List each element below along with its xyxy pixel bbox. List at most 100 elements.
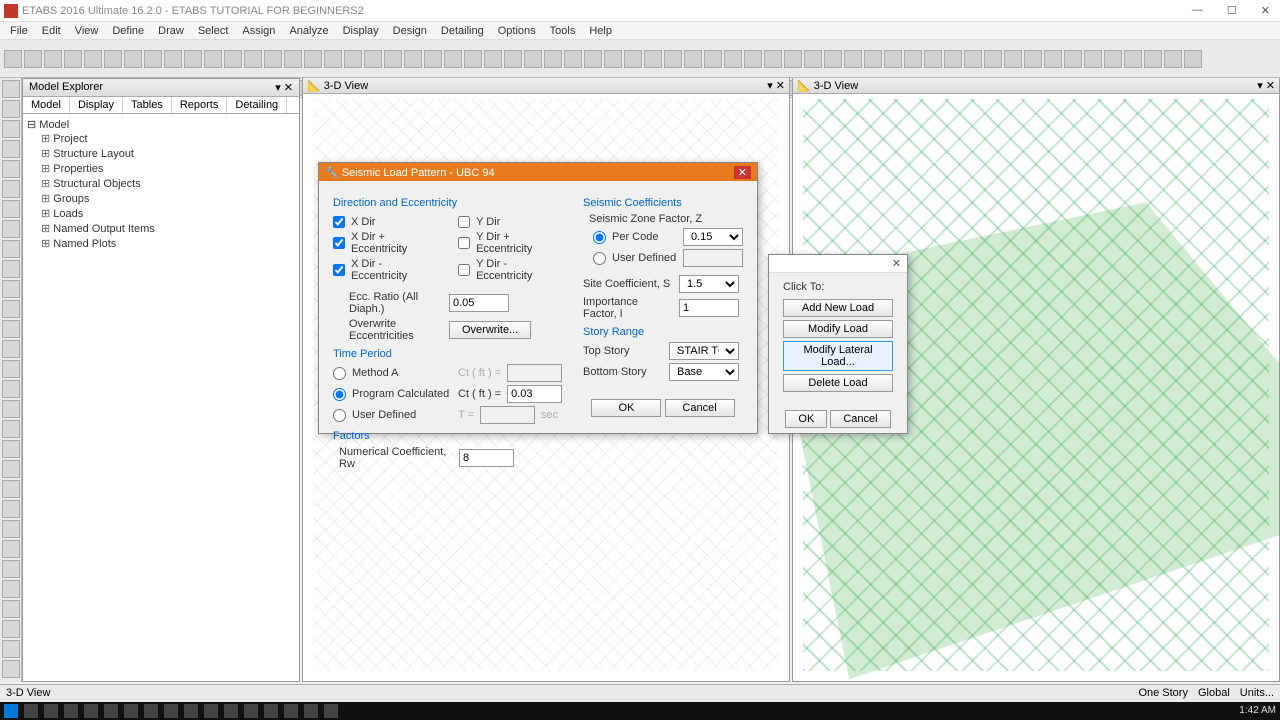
toolbar-icon[interactable] xyxy=(624,50,642,68)
toolbar-icon[interactable] xyxy=(904,50,922,68)
toolbar-icon[interactable] xyxy=(284,50,302,68)
tool-icon[interactable] xyxy=(2,480,20,498)
toolbar-icon[interactable] xyxy=(504,50,522,68)
taskbar-icon[interactable] xyxy=(64,704,78,718)
toolbar-icon[interactable] xyxy=(584,50,602,68)
toolbar-icon[interactable] xyxy=(224,50,242,68)
toolbar-icon[interactable] xyxy=(64,50,82,68)
taskbar-icon[interactable] xyxy=(164,704,178,718)
taskbar-icon[interactable] xyxy=(224,704,238,718)
tab-tables[interactable]: Tables xyxy=(123,97,172,113)
status-story[interactable]: One Story xyxy=(1138,687,1188,700)
close-button[interactable]: ✕ xyxy=(1255,4,1276,17)
menu-define[interactable]: Define xyxy=(106,25,150,37)
loads-cancel-button[interactable]: Cancel xyxy=(830,410,890,428)
tool-icon[interactable] xyxy=(2,360,20,378)
seismic-ok-button[interactable]: OK xyxy=(591,399,661,417)
menu-detailing[interactable]: Detailing xyxy=(435,25,490,37)
tool-icon[interactable] xyxy=(2,140,20,158)
toolbar-icon[interactable] xyxy=(24,50,42,68)
ct2-input[interactable] xyxy=(507,385,562,403)
taskbar-icon[interactable] xyxy=(324,704,338,718)
taskbar-icon[interactable] xyxy=(84,704,98,718)
tool-icon[interactable] xyxy=(2,100,20,118)
toolbar-icon[interactable] xyxy=(344,50,362,68)
explorer-close-icon[interactable]: ▾ ✕ xyxy=(275,81,293,94)
tool-icon[interactable] xyxy=(2,160,20,178)
toolbar-icon[interactable] xyxy=(1044,50,1062,68)
tool-icon[interactable] xyxy=(2,440,20,458)
menu-draw[interactable]: Draw xyxy=(152,25,190,37)
overwrite-button[interactable]: Overwrite... xyxy=(449,321,531,339)
view-close-icon[interactable]: ▾ ✕ xyxy=(1257,79,1275,92)
toolbar-icon[interactable] xyxy=(1104,50,1122,68)
toolbar-icon[interactable] xyxy=(484,50,502,68)
tool-icon[interactable] xyxy=(2,560,20,578)
start-icon[interactable] xyxy=(4,704,18,718)
toolbar-icon[interactable] xyxy=(104,50,122,68)
tool-icon[interactable] xyxy=(2,540,20,558)
toolbar-icon[interactable] xyxy=(264,50,282,68)
x-dir-checkbox[interactable] xyxy=(333,216,345,228)
toolbar-icon[interactable] xyxy=(1184,50,1202,68)
toolbar-icon[interactable] xyxy=(1084,50,1102,68)
tool-icon[interactable] xyxy=(2,640,20,658)
x-ecc-p-checkbox[interactable] xyxy=(333,237,345,249)
tool-icon[interactable] xyxy=(2,400,20,418)
toolbar-icon[interactable] xyxy=(424,50,442,68)
tool-icon[interactable] xyxy=(2,260,20,278)
taskbar-icon[interactable] xyxy=(24,704,38,718)
taskbar-icon[interactable] xyxy=(264,704,278,718)
toolbar-icon[interactable] xyxy=(744,50,762,68)
toolbar-icon[interactable] xyxy=(324,50,342,68)
toolbar-icon[interactable] xyxy=(664,50,682,68)
tool-icon[interactable] xyxy=(2,200,20,218)
toolbar-icon[interactable] xyxy=(124,50,142,68)
menu-view[interactable]: View xyxy=(69,25,105,37)
tab-model[interactable]: Model xyxy=(23,97,70,113)
tool-icon[interactable] xyxy=(2,120,20,138)
tool-icon[interactable] xyxy=(2,420,20,438)
toolbar-icon[interactable] xyxy=(544,50,562,68)
per-code-radio[interactable] xyxy=(593,231,606,244)
toolbar-icon[interactable] xyxy=(44,50,62,68)
taskbar-icon[interactable] xyxy=(104,704,118,718)
menu-edit[interactable]: Edit xyxy=(36,25,67,37)
toolbar-icon[interactable] xyxy=(704,50,722,68)
modify-lateral-button[interactable]: Modify Lateral Load... xyxy=(783,341,893,371)
delete-load-button[interactable]: Delete Load xyxy=(783,374,893,392)
view-close-icon[interactable]: ▾ ✕ xyxy=(767,79,785,92)
loads-close-icon[interactable]: ✕ xyxy=(892,257,901,270)
toolbar-icon[interactable] xyxy=(464,50,482,68)
toolbar-icon[interactable] xyxy=(364,50,382,68)
tree-item[interactable]: Project xyxy=(41,131,295,146)
tab-detailing[interactable]: Detailing xyxy=(227,97,287,113)
taskbar-icon[interactable] xyxy=(44,704,58,718)
method-a-radio[interactable] xyxy=(333,367,346,380)
rw-input[interactable] xyxy=(459,449,514,467)
menu-display[interactable]: Display xyxy=(337,25,385,37)
tool-icon[interactable] xyxy=(2,80,20,98)
dialog-close-icon[interactable]: ✕ xyxy=(734,166,751,179)
toolbar-icon[interactable] xyxy=(884,50,902,68)
toolbar-icon[interactable] xyxy=(4,50,22,68)
ecc-ratio-input[interactable] xyxy=(449,294,509,312)
tool-icon[interactable] xyxy=(2,280,20,298)
toolbar-icon[interactable] xyxy=(864,50,882,68)
y-dir-checkbox[interactable] xyxy=(458,216,470,228)
tool-icon[interactable] xyxy=(2,220,20,238)
imp-input[interactable] xyxy=(679,299,739,317)
toolbar-icon[interactable] xyxy=(724,50,742,68)
taskbar-icon[interactable] xyxy=(204,704,218,718)
toolbar-icon[interactable] xyxy=(564,50,582,68)
toolbar-icon[interactable] xyxy=(684,50,702,68)
tab-reports[interactable]: Reports xyxy=(172,97,228,113)
taskbar-clock[interactable]: 1:42 AM xyxy=(1239,706,1276,716)
tool-icon[interactable] xyxy=(2,500,20,518)
toolbar-icon[interactable] xyxy=(804,50,822,68)
toolbar-icon[interactable] xyxy=(384,50,402,68)
tool-icon[interactable] xyxy=(2,320,20,338)
tool-icon[interactable] xyxy=(2,660,20,678)
tool-icon[interactable] xyxy=(2,460,20,478)
toolbar-icon[interactable] xyxy=(144,50,162,68)
